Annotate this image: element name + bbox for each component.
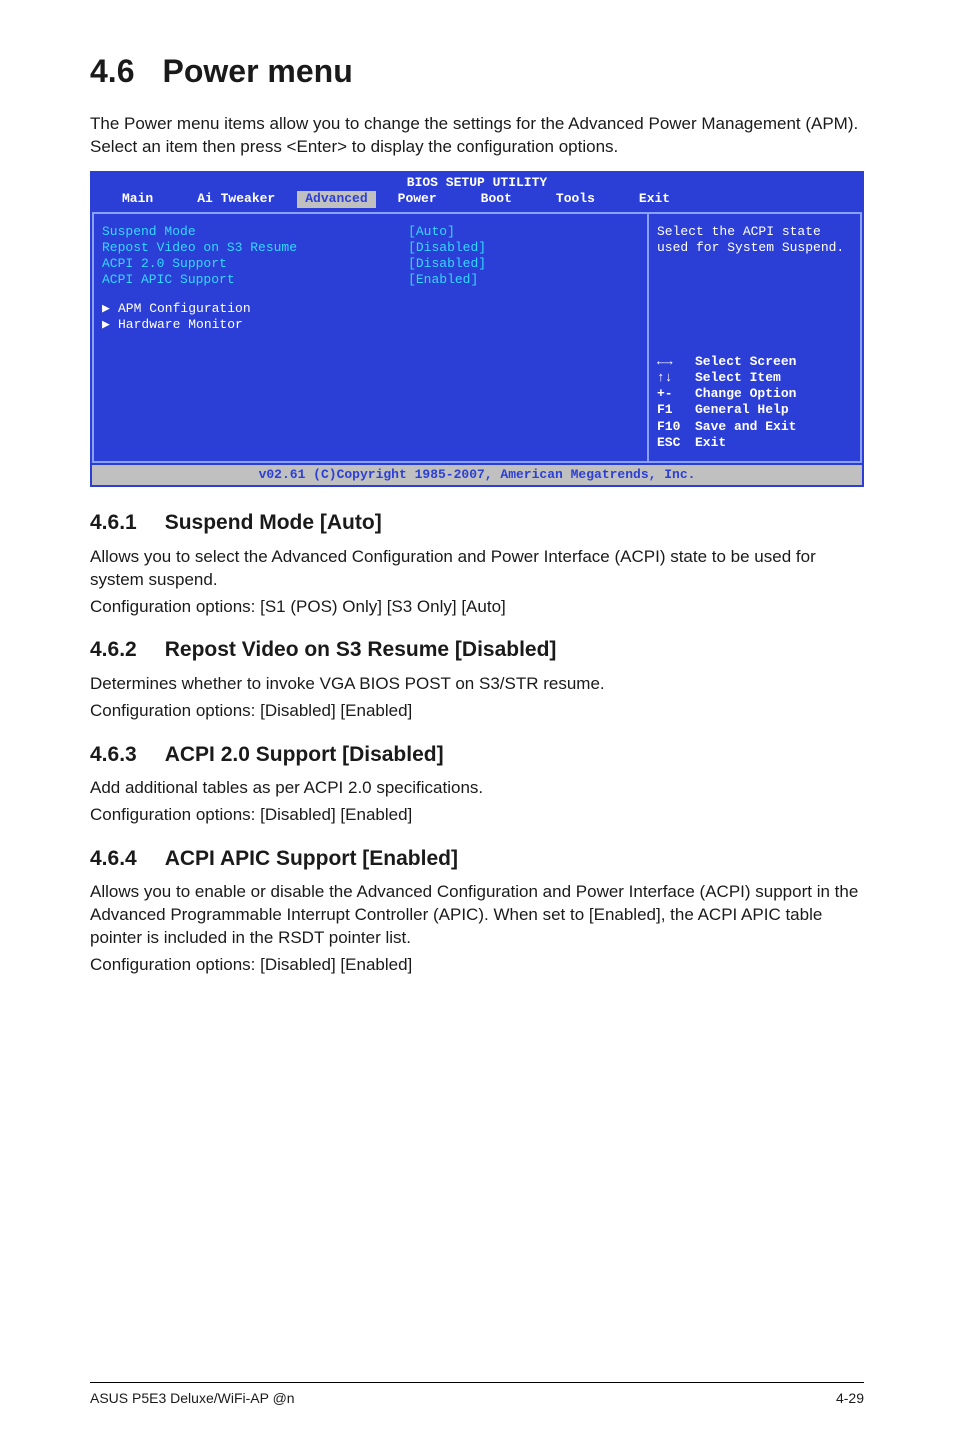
section-body: Configuration options: [Disabled] [Enabl… (90, 804, 864, 827)
bios-row[interactable]: ACPI APIC Support [Enabled] (102, 272, 639, 288)
section-number: 4.6.2 (90, 636, 137, 664)
section-title: Suspend Mode [Auto] (165, 511, 382, 534)
key-desc: General Help (695, 402, 789, 418)
bios-submenu-label: APM Configuration (118, 301, 251, 316)
section-number: 4.6.4 (90, 845, 137, 873)
triangle-icon: ▶ (102, 317, 118, 333)
key-desc: Select Screen (695, 354, 796, 370)
bios-left-pane: Suspend Mode [Auto] Repost Video on S3 R… (92, 212, 647, 464)
section-heading: 4.6.3 ACPI 2.0 Support [Disabled] (90, 741, 864, 769)
bios-footer: v02.61 (C)Copyright 1985-2007, American … (92, 463, 862, 485)
key: ↑↓ (657, 370, 695, 386)
bios-tab-main[interactable]: Main (100, 191, 175, 207)
footer-right: 4-29 (836, 1389, 864, 1408)
section-body: Determines whether to invoke VGA BIOS PO… (90, 673, 864, 696)
key: F1 (657, 402, 695, 418)
bios-row-value: [Disabled] (408, 240, 486, 256)
key: F10 (657, 419, 695, 435)
bios-row-label: Repost Video on S3 Resume (102, 240, 408, 256)
key-desc: Exit (695, 435, 726, 451)
section-heading: 4.6.2 Repost Video on S3 Resume [Disabled… (90, 636, 864, 664)
bios-tab-ai-tweaker[interactable]: Ai Tweaker (175, 191, 297, 207)
bios-row-label: ACPI APIC Support (102, 272, 408, 288)
section-body: Add additional tables as per ACPI 2.0 sp… (90, 777, 864, 800)
bios-box: BIOS SETUP UTILITY Main Ai Tweaker Advan… (90, 171, 864, 487)
bios-tab-advanced[interactable]: Advanced (297, 191, 375, 207)
bios-title: BIOS SETUP UTILITY (92, 173, 862, 191)
section-number: 4.6.1 (90, 509, 137, 537)
bios-tab-boot[interactable]: Boot (459, 191, 534, 207)
section-title: ACPI 2.0 Support [Disabled] (165, 743, 444, 766)
page-footer: ASUS P5E3 Deluxe/WiFi-AP @n 4-29 (90, 1382, 864, 1408)
section-title: Repost Video on S3 Resume [Disabled] (165, 638, 557, 661)
bios-key-row: +-Change Option (657, 386, 852, 402)
footer-left: ASUS P5E3 Deluxe/WiFi-AP @n (90, 1389, 295, 1408)
bios-key-row: F1General Help (657, 402, 852, 418)
bios-key-row: ESCExit (657, 435, 852, 451)
bios-row[interactable]: Suspend Mode [Auto] (102, 224, 639, 240)
section-heading: 4.6.4 ACPI APIC Support [Enabled] (90, 845, 864, 873)
triangle-icon: ▶ (102, 301, 118, 317)
key: ESC (657, 435, 695, 451)
section-title: ACPI APIC Support [Enabled] (165, 847, 458, 870)
bios-key-row: ←→Select Screen (657, 354, 852, 370)
section-body: Configuration options: [Disabled] [Enabl… (90, 700, 864, 723)
bios-row-label: Suspend Mode (102, 224, 408, 240)
heading-number: 4.6 (90, 50, 134, 93)
bios-key-legend: ←→Select Screen ↑↓Select Item +-Change O… (657, 354, 852, 452)
intro-paragraph: The Power menu items allow you to change… (90, 113, 864, 159)
section-body: Configuration options: [Disabled] [Enabl… (90, 954, 864, 977)
bios-tabs: Main Ai Tweaker Advanced Power Boot Tool… (92, 191, 862, 211)
key-desc: Select Item (695, 370, 781, 386)
bios-body: Suspend Mode [Auto] Repost Video on S3 R… (92, 212, 862, 464)
bios-key-row: F10Save and Exit (657, 419, 852, 435)
key: +- (657, 386, 695, 402)
bios-row-label: ACPI 2.0 Support (102, 256, 408, 272)
section-body: Allows you to select the Advanced Config… (90, 546, 864, 592)
section-body: Allows you to enable or disable the Adva… (90, 881, 864, 950)
section-number: 4.6.3 (90, 741, 137, 769)
section-heading: 4.6.1 Suspend Mode [Auto] (90, 509, 864, 537)
page-heading: 4.6 Power menu (90, 50, 864, 93)
bios-key-row: ↑↓Select Item (657, 370, 852, 386)
bios-row[interactable]: ACPI 2.0 Support [Disabled] (102, 256, 639, 272)
bios-tab-tools[interactable]: Tools (534, 191, 617, 207)
bios-submenu[interactable]: ▶APM Configuration (102, 301, 639, 317)
bios-row-value: [Enabled] (408, 272, 478, 288)
bios-row[interactable]: Repost Video on S3 Resume [Disabled] (102, 240, 639, 256)
section-body: Configuration options: [S1 (POS) Only] [… (90, 596, 864, 619)
bios-tab-exit[interactable]: Exit (617, 191, 692, 207)
bios-submenu[interactable]: ▶Hardware Monitor (102, 317, 639, 333)
heading-title: Power menu (162, 53, 352, 89)
key: ←→ (657, 354, 695, 370)
bios-tab-power[interactable]: Power (376, 191, 459, 207)
bios-help-text: Select the ACPI state used for System Su… (657, 224, 852, 354)
key-desc: Save and Exit (695, 419, 796, 435)
bios-row-value: [Disabled] (408, 256, 486, 272)
bios-row-value: [Auto] (408, 224, 455, 240)
bios-right-pane: Select the ACPI state used for System Su… (647, 212, 862, 464)
bios-submenu-label: Hardware Monitor (118, 317, 243, 332)
key-desc: Change Option (695, 386, 796, 402)
